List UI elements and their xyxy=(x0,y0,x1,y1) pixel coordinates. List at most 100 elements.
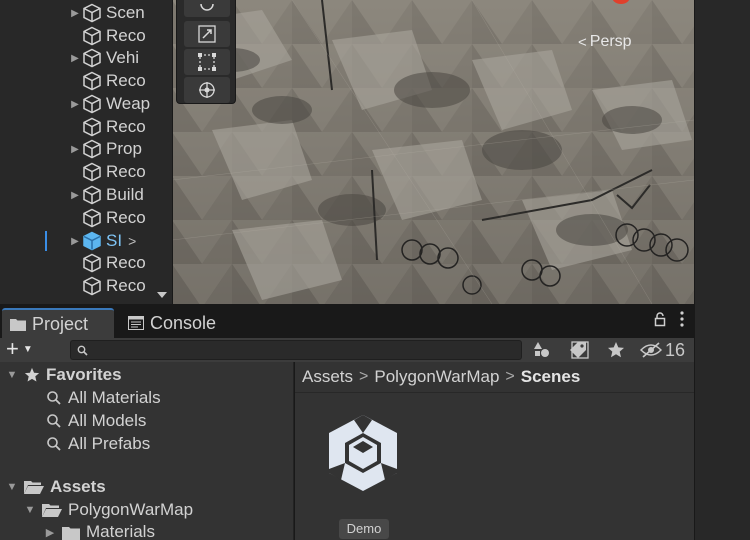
favorite-item[interactable]: All Models xyxy=(46,410,146,432)
favorites-label: Favorites xyxy=(46,365,122,384)
hierarchy-item-label: Reco xyxy=(106,208,146,227)
scene-divider xyxy=(172,0,173,304)
asset-item-demo[interactable]: Demo xyxy=(325,411,401,539)
rotate-tool-button[interactable] xyxy=(184,0,230,17)
hierarchy-item-label: Scen xyxy=(106,3,145,22)
search-icon xyxy=(77,345,88,356)
search-input[interactable] xyxy=(93,342,493,358)
gameobject-cube-icon xyxy=(83,26,101,46)
breadcrumb-separator-icon: > xyxy=(505,368,515,385)
hierarchy-item-label: SI xyxy=(106,231,123,250)
inspector-strip xyxy=(694,0,750,540)
favorite-label: All Models xyxy=(68,411,147,430)
scale-tool-button[interactable] xyxy=(184,21,230,47)
camera-mode-label[interactable]: < Persp xyxy=(578,33,632,51)
asset-label: Demo xyxy=(339,519,389,539)
tools-overlay xyxy=(176,0,236,104)
favorite-item[interactable]: All Materials xyxy=(46,387,161,409)
chevron-right-icon[interactable]: > xyxy=(128,233,136,249)
gameobject-cube-icon xyxy=(83,48,101,68)
hidden-packages-toggle[interactable]: 16 xyxy=(640,338,685,362)
scene-view[interactable]: < Persp xyxy=(172,0,694,304)
favorite-label: All Prefabs xyxy=(68,434,151,453)
transform-tool-button[interactable] xyxy=(184,77,230,103)
gameobject-cube-icon xyxy=(83,162,101,182)
expand-arrow-icon[interactable]: ▶ xyxy=(68,99,82,110)
hierarchy-item-label: Reco xyxy=(106,253,146,272)
filter-by-type-button[interactable] xyxy=(528,338,556,362)
hierarchy-item-label: Reco xyxy=(106,162,146,181)
camera-mode-text: Persp xyxy=(589,33,632,50)
expand-arrow-icon[interactable]: ▼ xyxy=(6,481,18,493)
expand-arrow-icon[interactable]: ▶ xyxy=(68,8,82,19)
rect-transform-icon xyxy=(198,53,216,71)
scale-icon xyxy=(198,25,216,43)
tab-console[interactable]: Console xyxy=(120,308,260,338)
assets-header[interactable]: ▼ Assets xyxy=(6,476,106,498)
star-icon xyxy=(608,342,624,358)
eye-slash-icon xyxy=(640,342,662,358)
hierarchy-item-label: Build xyxy=(106,185,144,204)
search-icon xyxy=(47,391,61,405)
search-field[interactable] xyxy=(70,340,589,360)
tab-project[interactable]: Project xyxy=(2,308,114,338)
search-icon xyxy=(47,414,61,428)
expand-arrow-icon[interactable]: ▼ xyxy=(24,504,36,516)
breadcrumb-separator-icon: > xyxy=(359,368,369,385)
scroll-down-arrow-icon[interactable] xyxy=(157,292,167,298)
gameobject-cube-icon xyxy=(83,94,101,114)
favorites-filter-button[interactable] xyxy=(602,338,630,362)
hierarchy-item-label: Reco xyxy=(106,71,146,90)
rect-tool-button[interactable] xyxy=(184,49,230,75)
gameobject-cube-icon xyxy=(83,276,101,296)
lock-icon[interactable] xyxy=(654,311,666,327)
hierarchy-item-label: Vehi xyxy=(106,48,140,67)
hierarchy-item-label: Weap xyxy=(106,94,151,113)
breadcrumb-current[interactable]: Scenes xyxy=(521,367,581,387)
folder-icon xyxy=(62,526,80,540)
gameobject-cube-icon xyxy=(83,231,101,251)
chevron-down-icon: ▼ xyxy=(22,343,33,355)
expand-arrow-icon[interactable]: ▶ xyxy=(68,144,82,155)
hierarchy-panel: ▶ Scen Reco ▶ Vehi Reco ▶ Weap Reco ▶ Prop Reco ▶ Bui… xyxy=(0,0,172,304)
project-toolbar: + ▼ 16 xyxy=(0,336,694,362)
gameobject-cube-icon xyxy=(83,185,101,205)
hierarchy-scrollbar[interactable] xyxy=(152,0,172,304)
project-tab-bar: Project Console xyxy=(0,304,694,338)
folder-label: PolygonWarMap xyxy=(68,500,194,519)
hierarchy-item-label: Reco xyxy=(106,26,146,45)
folder-label: Materials xyxy=(86,522,155,540)
search-icon xyxy=(47,437,61,451)
plus-icon: + xyxy=(6,336,19,361)
tab-project-label: Project xyxy=(32,313,89,334)
selection-marker xyxy=(45,231,47,251)
expand-arrow-icon[interactable]: ▶ xyxy=(68,236,82,247)
filter-by-label-button[interactable] xyxy=(564,338,592,362)
console-icon xyxy=(128,316,144,330)
favorite-item[interactable]: All Prefabs xyxy=(46,433,150,455)
hierarchy-item-label: Reco xyxy=(106,276,146,295)
breadcrumb-item[interactable]: Assets xyxy=(302,367,353,387)
breadcrumb: Assets > PolygonWarMap > Scenes xyxy=(295,362,694,393)
gameobject-cube-icon xyxy=(83,3,101,23)
expand-arrow-icon[interactable]: ▼ xyxy=(6,369,18,381)
breadcrumb-item[interactable]: PolygonWarMap xyxy=(374,367,499,387)
gameobject-cube-icon xyxy=(83,71,101,91)
folder-materials[interactable]: ▶ Materials xyxy=(44,521,155,540)
add-asset-button[interactable]: + ▼ xyxy=(6,336,33,361)
gameobject-cube-icon xyxy=(83,117,101,137)
expand-arrow-icon[interactable]: ▶ xyxy=(68,190,82,201)
tab-options xyxy=(654,311,684,327)
expand-arrow-icon[interactable]: ▶ xyxy=(44,526,56,539)
kebab-menu-icon[interactable] xyxy=(680,311,684,327)
rotate-icon xyxy=(200,3,214,11)
assets-label: Assets xyxy=(50,477,106,496)
shapes-icon xyxy=(534,342,549,357)
expand-arrow-icon[interactable]: ▶ xyxy=(68,53,82,64)
folder-polygonwarmap[interactable]: ▼ PolygonWarMap xyxy=(24,499,194,521)
favorites-header[interactable]: ▼ Favorites xyxy=(6,364,122,386)
folder-icon xyxy=(10,319,26,331)
open-folder-icon xyxy=(24,481,44,494)
project-folder-tree: ▼ Favorites All Materials All Models All… xyxy=(0,362,294,540)
hierarchy-item-label: Reco xyxy=(106,117,146,136)
